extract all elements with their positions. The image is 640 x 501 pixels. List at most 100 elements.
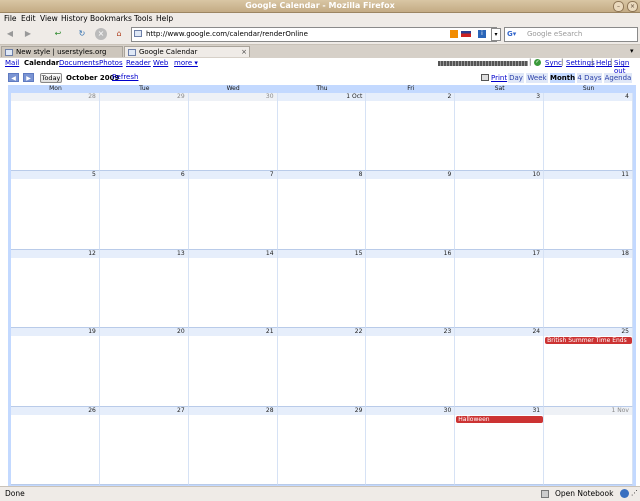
day-number[interactable]: 13 <box>177 250 185 258</box>
day-cell[interactable]: 7 <box>188 171 278 250</box>
gbar-photos[interactable]: Photos <box>99 59 123 67</box>
day-number[interactable]: 22 <box>355 328 363 336</box>
search-engine-icon[interactable]: G▾ <box>507 30 516 38</box>
gbar-web[interactable]: Web <box>153 59 168 67</box>
day-cell[interactable]: 26 <box>11 406 100 485</box>
day-number[interactable]: 30 <box>266 93 274 101</box>
day-number[interactable]: 28 <box>266 407 274 415</box>
day-cell[interactable]: 12 <box>11 249 100 329</box>
menu-history[interactable]: History <box>61 14 88 23</box>
day-number[interactable]: 20 <box>177 328 185 336</box>
day-number[interactable]: 12 <box>88 250 96 258</box>
day-number[interactable]: 18 <box>621 250 629 258</box>
tab-list-icon[interactable]: ▾ <box>630 47 634 55</box>
info-icon[interactable]: i <box>478 30 486 38</box>
day-number[interactable]: 19 <box>88 328 96 336</box>
calendar-event[interactable]: British Summer Time Ends <box>545 337 632 345</box>
day-number[interactable]: 15 <box>355 250 363 258</box>
day-cell[interactable]: 21 <box>188 328 278 407</box>
day-number[interactable]: 14 <box>266 250 274 258</box>
prev-month-button[interactable]: ◀ <box>8 73 19 82</box>
day-cell[interactable]: 8 <box>277 171 367 250</box>
print-link[interactable]: Print <box>491 74 507 82</box>
day-number[interactable]: 5 <box>92 171 96 179</box>
menu-view[interactable]: View <box>40 14 58 23</box>
view-month[interactable]: Month <box>550 73 575 83</box>
gbar-mail[interactable]: Mail <box>5 59 19 67</box>
day-cell[interactable]: 24 <box>455 328 545 407</box>
day-number[interactable]: 21 <box>266 328 274 336</box>
view-4-days[interactable]: 4 Days <box>577 73 602 83</box>
menu-help[interactable]: Help <box>156 14 173 23</box>
day-cell[interactable]: 1 Nov <box>544 406 633 485</box>
day-cell[interactable]: 15 <box>277 249 367 329</box>
day-number[interactable]: 1 Nov <box>612 407 629 415</box>
day-cell[interactable]: 3 <box>455 93 545 172</box>
day-number[interactable]: 29 <box>355 407 363 415</box>
day-cell[interactable]: 29 <box>277 406 367 485</box>
print-icon[interactable] <box>481 74 489 81</box>
day-cell[interactable]: 22 <box>277 328 367 407</box>
forward-icon[interactable]: ▶ <box>22 28 34 40</box>
day-number[interactable]: 23 <box>444 328 452 336</box>
stop-icon[interactable]: × <box>95 28 107 40</box>
day-number[interactable]: 7 <box>270 171 274 179</box>
day-number[interactable]: 30 <box>444 407 452 415</box>
view-agenda[interactable]: Agenda <box>604 73 632 83</box>
open-notebook-link[interactable]: Open Notebook <box>555 489 613 498</box>
day-cell[interactable]: 4 <box>544 93 633 172</box>
close-icon[interactable]: × <box>627 1 638 12</box>
day-number[interactable]: 28 <box>88 93 96 101</box>
day-number[interactable]: 31 <box>532 407 540 415</box>
day-cell[interactable]: 2 <box>366 93 456 172</box>
day-number[interactable]: 16 <box>444 250 452 258</box>
day-cell[interactable]: 6 <box>99 171 189 250</box>
url-bar[interactable]: http://www.google.com/calendar/renderOnl… <box>131 27 497 42</box>
view-week[interactable]: Week <box>526 73 548 83</box>
day-number[interactable]: 17 <box>532 250 540 258</box>
tab-close-icon[interactable]: × <box>241 47 247 58</box>
rss-feed-icon[interactable] <box>450 30 458 38</box>
day-cell[interactable]: 16 <box>366 249 456 329</box>
menu-tools[interactable]: Tools <box>134 14 152 23</box>
day-number[interactable]: 2 <box>447 93 451 101</box>
day-number[interactable]: 1 Oct <box>346 93 362 101</box>
tab-userstyles[interactable]: New style | userstyles.org <box>1 46 123 57</box>
refresh-link[interactable]: Refresh <box>112 73 138 81</box>
history-arrow-icon[interactable]: ↩ <box>52 28 64 40</box>
day-number[interactable]: 3 <box>536 93 540 101</box>
url-dropdown-icon[interactable]: ▾ <box>491 28 501 41</box>
day-cell[interactable]: 14 <box>188 249 278 329</box>
day-cell[interactable]: 5 <box>11 171 100 250</box>
day-cell[interactable]: 28 <box>11 93 100 172</box>
day-cell[interactable]: 23 <box>366 328 456 407</box>
view-day[interactable]: Day <box>508 73 524 83</box>
today-button[interactable]: Today <box>40 73 62 83</box>
day-cell[interactable]: 19 <box>11 328 100 407</box>
day-number[interactable]: 24 <box>532 328 540 336</box>
next-month-button[interactable]: ▶ <box>23 73 34 82</box>
day-cell[interactable]: 27 <box>99 406 189 485</box>
day-number[interactable]: 27 <box>177 407 185 415</box>
day-cell[interactable]: 13 <box>99 249 189 329</box>
day-cell[interactable]: 28 <box>188 406 278 485</box>
day-cell[interactable]: 20 <box>99 328 189 407</box>
day-number[interactable]: 6 <box>181 171 185 179</box>
gbar-documents[interactable]: Documents <box>59 59 99 67</box>
addon-status-icon[interactable] <box>620 489 629 498</box>
tab-google-calendar[interactable]: Google Calendar × <box>124 46 250 57</box>
day-cell[interactable]: 10 <box>455 171 545 250</box>
menu-bookmarks[interactable]: Bookmarks <box>90 14 132 23</box>
day-number[interactable]: 26 <box>88 407 96 415</box>
day-cell[interactable]: 9 <box>366 171 456 250</box>
gbar-reader[interactable]: Reader <box>126 59 151 67</box>
notebook-icon[interactable] <box>541 490 549 498</box>
menu-edit[interactable]: Edit <box>21 14 36 23</box>
home-icon[interactable]: ⌂ <box>113 28 125 40</box>
calendar-event[interactable]: Halloween <box>456 415 544 423</box>
day-number[interactable]: 10 <box>532 171 540 179</box>
day-cell[interactable]: 17 <box>455 249 545 329</box>
day-number[interactable]: 8 <box>359 171 363 179</box>
day-cell[interactable]: 29 <box>99 93 189 172</box>
day-number[interactable]: 11 <box>621 171 629 179</box>
